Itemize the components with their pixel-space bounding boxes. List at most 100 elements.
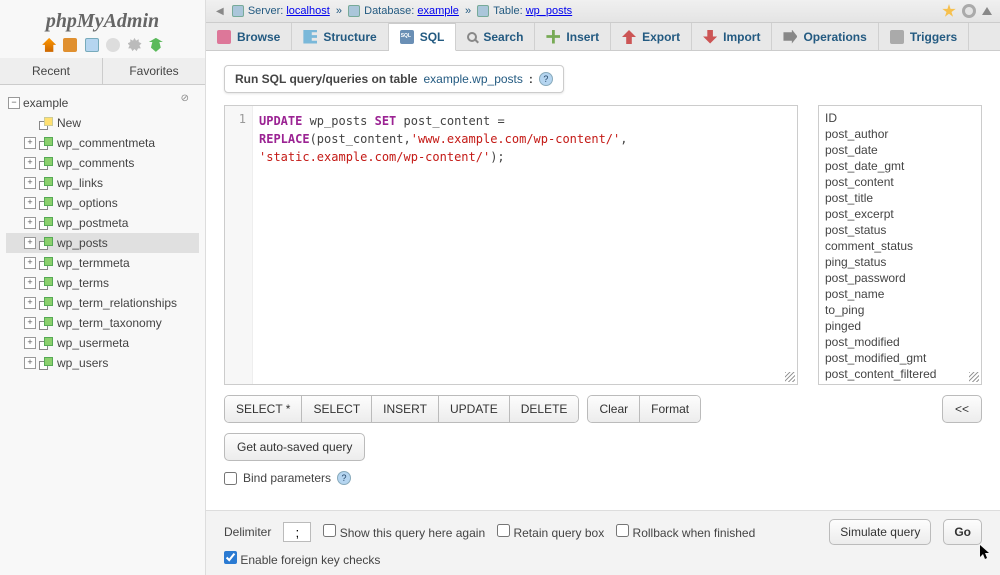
line-gutter: 1 — [225, 106, 253, 384]
resize-handle[interactable] — [969, 372, 979, 382]
tree-table-wp_posts[interactable]: +wp_posts — [6, 233, 199, 253]
select-star-button[interactable]: SELECT * — [225, 396, 302, 422]
page-settings-icon[interactable] — [962, 4, 976, 18]
column-item[interactable]: post_name — [823, 286, 977, 302]
column-item[interactable]: post_excerpt — [823, 206, 977, 222]
collapse-panel-icon[interactable] — [982, 7, 992, 15]
help-icon[interactable]: ? — [539, 72, 553, 86]
column-item[interactable]: comment_status — [823, 238, 977, 254]
column-item[interactable]: post_date_gmt — [823, 158, 977, 174]
help-icon[interactable]: ? — [337, 471, 351, 485]
theme-icon[interactable] — [106, 38, 120, 52]
clear-button[interactable]: Clear — [588, 396, 640, 422]
table-icon — [39, 297, 53, 308]
go-button[interactable]: Go — [943, 519, 982, 545]
table-icon — [39, 217, 53, 228]
sql-editor[interactable]: 1 UPDATE wp_posts SET post_content = REP… — [224, 105, 798, 385]
bc-server[interactable]: localhost — [286, 5, 329, 17]
format-button[interactable]: Format — [640, 396, 700, 422]
run-target[interactable]: example.wp_posts — [423, 72, 522, 86]
column-item[interactable]: pinged — [823, 318, 977, 334]
rollback-checkbox[interactable] — [616, 524, 629, 537]
tree-table-wp_termmeta[interactable]: +wp_termmeta — [6, 253, 199, 273]
column-item[interactable]: post_date — [823, 142, 977, 158]
update-button[interactable]: UPDATE — [439, 396, 510, 422]
sidebar-tab-favorites[interactable]: Favorites — [103, 58, 205, 84]
sql-code[interactable]: UPDATE wp_posts SET post_content = REPLA… — [259, 112, 791, 378]
bc-database-label: Database: — [364, 5, 414, 17]
delete-button[interactable]: DELETE — [510, 396, 579, 422]
sidebar-tab-recent[interactable]: Recent — [0, 58, 103, 84]
table-icon — [39, 157, 53, 168]
tab-operations[interactable]: Operations — [772, 23, 878, 50]
collapse-link-icon[interactable]: ⊘ — [181, 93, 189, 104]
resize-handle[interactable] — [785, 372, 795, 382]
refresh-icon[interactable] — [149, 38, 163, 52]
tab-structure[interactable]: Structure — [292, 23, 388, 50]
tab-browse[interactable]: Browse — [206, 23, 292, 50]
tree-table-wp_usermeta[interactable]: +wp_usermeta — [6, 333, 199, 353]
tree-table-wp_users[interactable]: +wp_users — [6, 353, 199, 373]
column-item[interactable]: post_author — [823, 126, 977, 142]
footer-bar: Delimiter Show this query here again Ret… — [206, 510, 1000, 575]
insert-icon — [546, 30, 560, 44]
settings-icon[interactable] — [128, 38, 142, 52]
nav-left-icon[interactable]: ◀ — [216, 6, 224, 17]
bind-params-checkbox[interactable] — [224, 472, 237, 485]
autosaved-button[interactable]: Get auto-saved query — [224, 433, 365, 461]
tree-table-wp_links[interactable]: +wp_links — [6, 173, 199, 193]
column-item[interactable]: ID — [823, 110, 977, 126]
column-item[interactable]: post_title — [823, 190, 977, 206]
docs-icon[interactable] — [85, 38, 99, 52]
column-item[interactable]: post_status — [823, 222, 977, 238]
delimiter-label: Delimiter — [224, 525, 271, 539]
column-item[interactable]: post_modified — [823, 334, 977, 350]
bc-database[interactable]: example — [417, 5, 459, 17]
main-tabs: Browse Structure SQL Search Insert Expor… — [206, 23, 1000, 51]
tab-insert[interactable]: Insert — [535, 23, 611, 50]
foreign-key-checkbox[interactable] — [224, 551, 237, 564]
tree-table-wp_term_taxonomy[interactable]: +wp_term_taxonomy — [6, 313, 199, 333]
insert-button[interactable]: INSERT — [372, 396, 439, 422]
home-icon[interactable] — [42, 38, 56, 52]
tab-label: SQL — [420, 30, 445, 44]
tree-table-wp_terms[interactable]: +wp_terms — [6, 273, 199, 293]
table-icon — [39, 237, 53, 248]
database-icon — [348, 5, 360, 17]
tree-table-wp_postmeta[interactable]: +wp_postmeta — [6, 213, 199, 233]
tree-db[interactable]: −example — [6, 93, 199, 113]
main-panel: ◀ Server: localhost » Database: example … — [206, 0, 1000, 575]
server-icon — [232, 5, 244, 17]
simulate-button[interactable]: Simulate query — [829, 519, 931, 545]
tab-triggers[interactable]: Triggers — [879, 23, 969, 50]
delimiter-input[interactable] — [283, 522, 311, 542]
tree-new[interactable]: New — [6, 113, 199, 133]
sql-template-buttons: SELECT * SELECT INSERT UPDATE DELETE — [224, 395, 579, 423]
tree-table-wp_comments[interactable]: +wp_comments — [6, 153, 199, 173]
bc-table[interactable]: wp_posts — [526, 5, 572, 17]
favorite-icon[interactable] — [942, 4, 956, 18]
retain-checkbox[interactable] — [497, 524, 510, 537]
tab-import[interactable]: Import — [692, 23, 772, 50]
column-item[interactable]: post_content — [823, 174, 977, 190]
retain-label: Retain query box — [513, 526, 604, 540]
select-button[interactable]: SELECT — [302, 396, 372, 422]
tree-table-wp_term_relationships[interactable]: +wp_term_relationships — [6, 293, 199, 313]
insert-column-button[interactable]: << — [942, 395, 982, 423]
bc-table-label: Table: — [493, 5, 522, 17]
logo[interactable]: phpMyAdmin — [0, 0, 205, 37]
tree-table-wp_commentmeta[interactable]: +wp_commentmeta — [6, 133, 199, 153]
column-item[interactable]: post_modified_gmt — [823, 350, 977, 366]
column-item[interactable]: to_ping — [823, 302, 977, 318]
table-icon — [39, 337, 53, 348]
column-item[interactable]: ping_status — [823, 254, 977, 270]
column-item[interactable]: post_content_filtered — [823, 366, 977, 382]
column-list[interactable]: IDpost_authorpost_datepost_date_gmtpost_… — [818, 105, 982, 385]
tab-sql[interactable]: SQL — [389, 23, 457, 51]
tree-table-wp_options[interactable]: +wp_options — [6, 193, 199, 213]
column-item[interactable]: post_password — [823, 270, 977, 286]
exit-icon[interactable] — [63, 38, 77, 52]
show-again-checkbox[interactable] — [323, 524, 336, 537]
tab-export[interactable]: Export — [611, 23, 692, 50]
tab-search[interactable]: Search — [456, 23, 535, 50]
